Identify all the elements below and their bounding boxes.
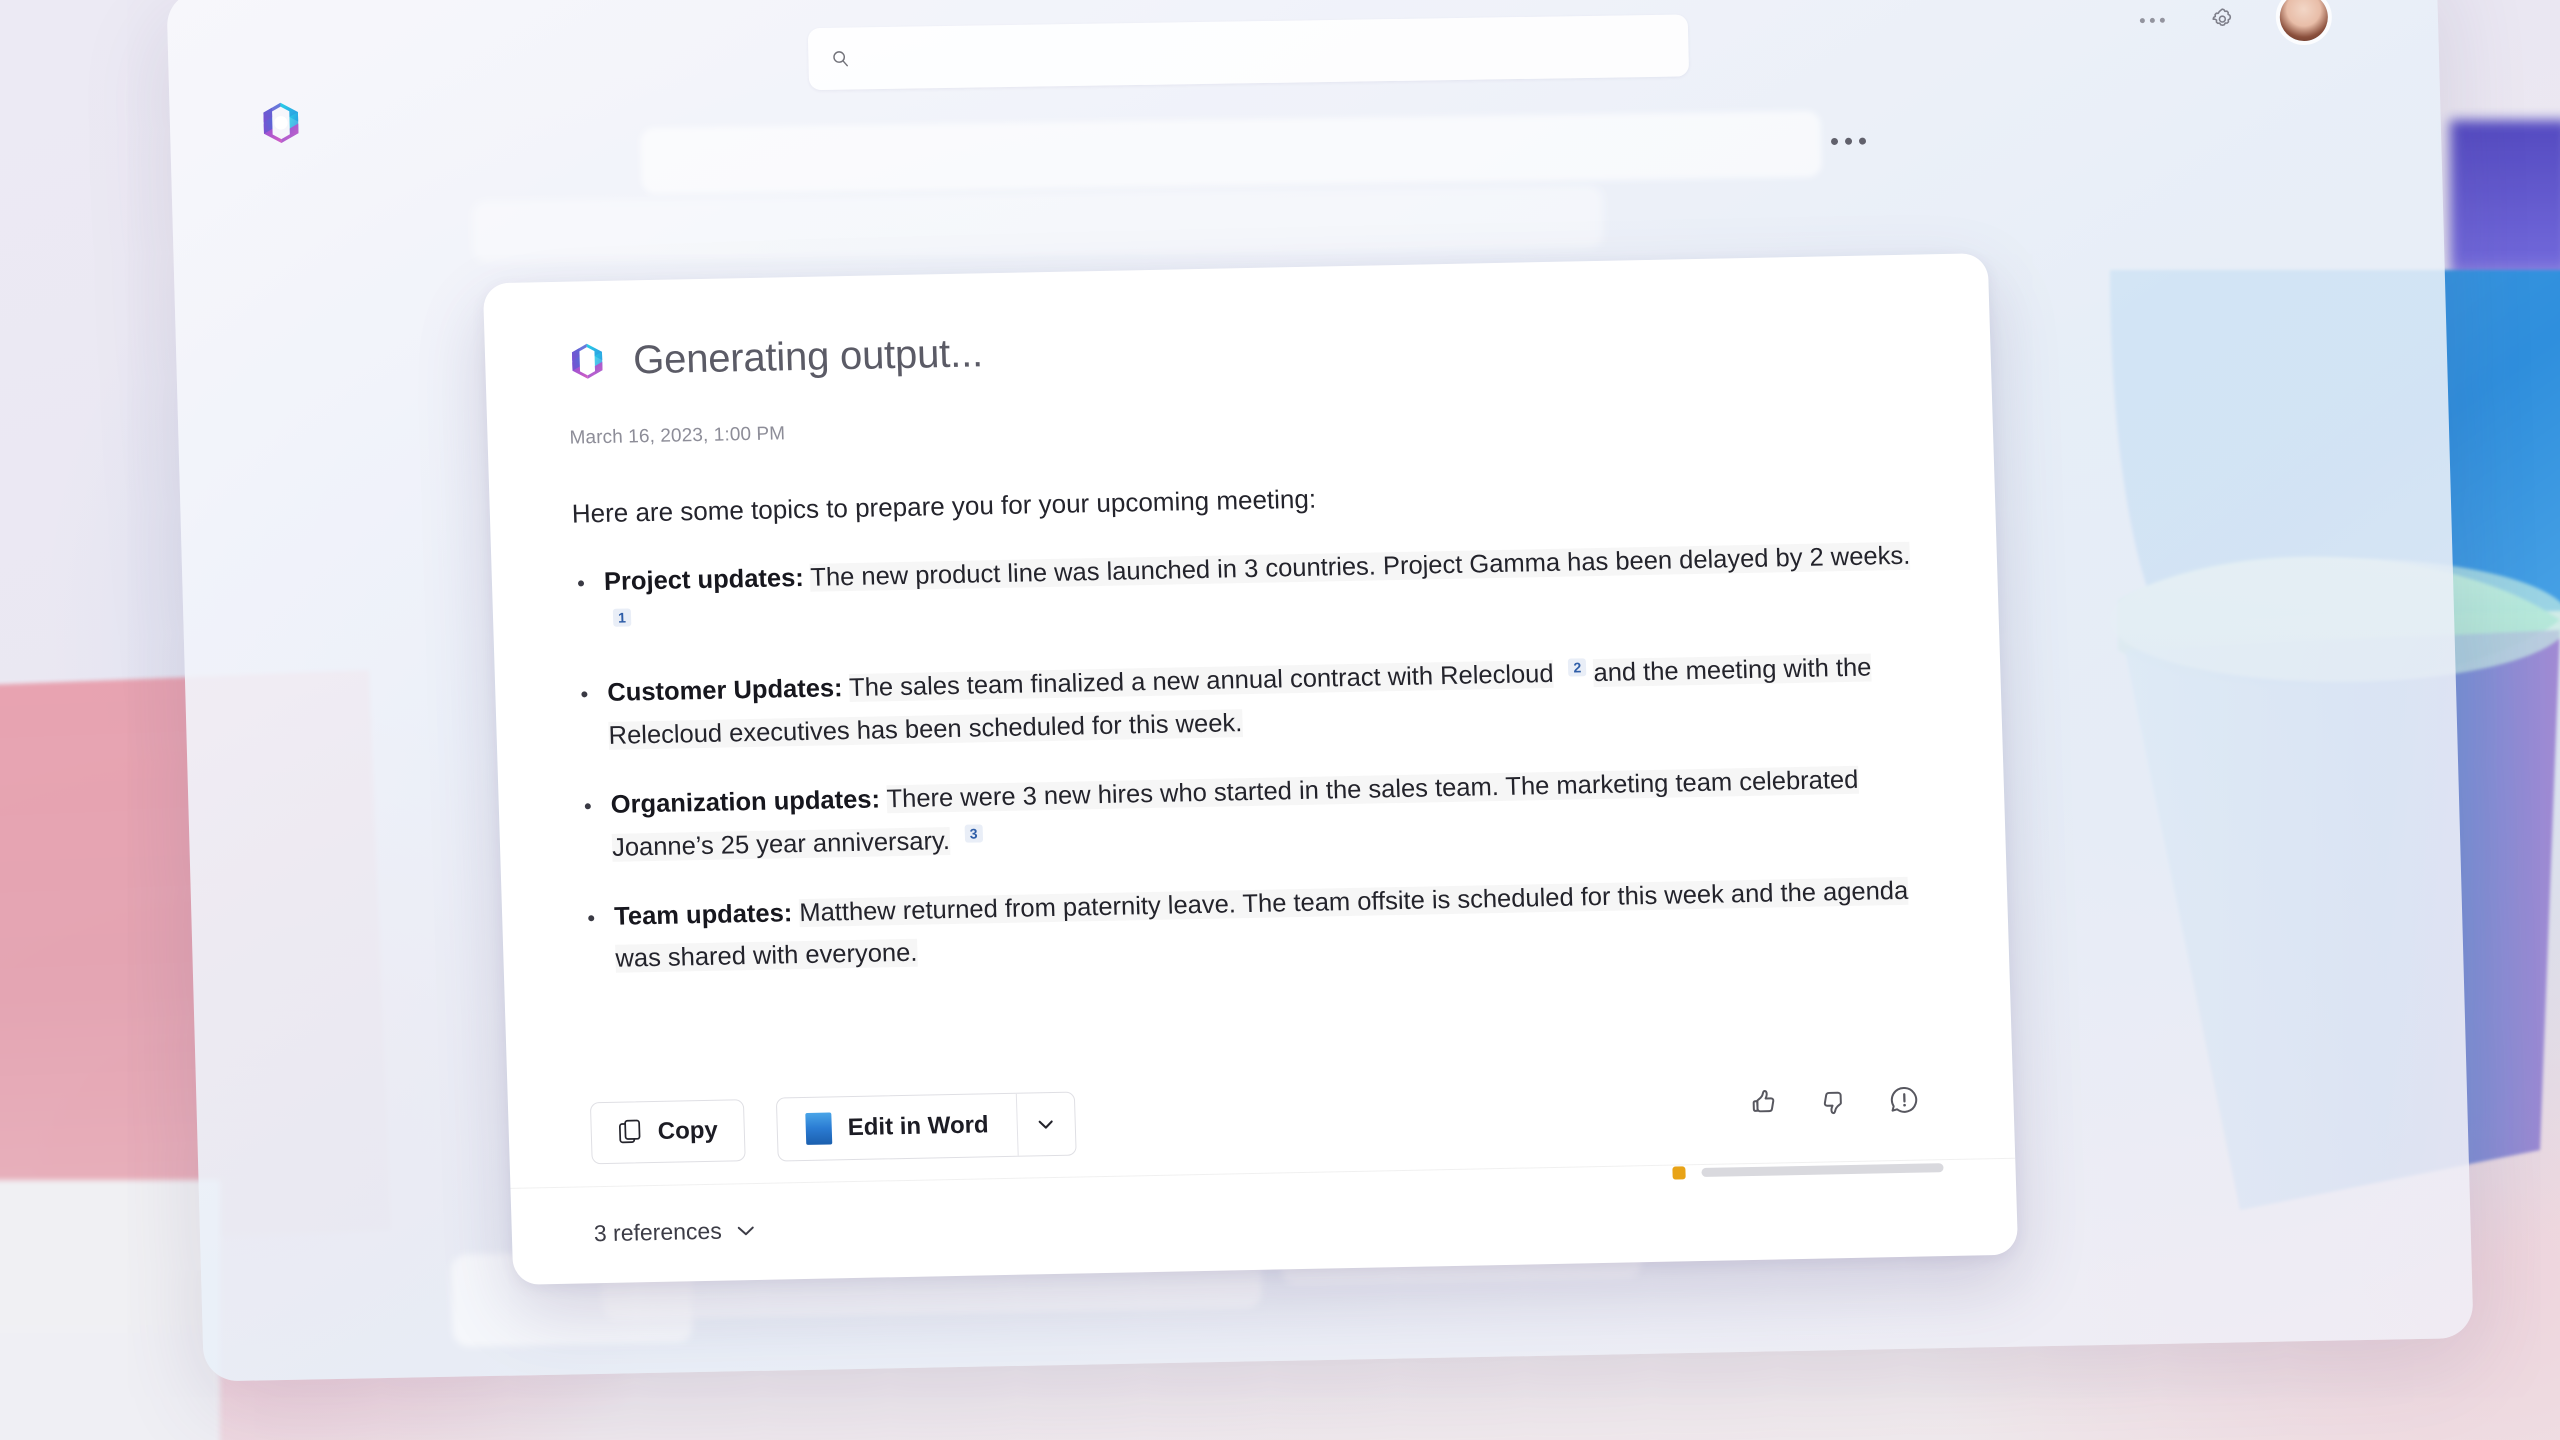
reference-marker[interactable]: 2 — [1568, 658, 1587, 677]
window-topbar-actions — [2139, 0, 2329, 44]
bullet-label: Project updates: — [603, 563, 805, 596]
thumbs-up-icon[interactable] — [1747, 1085, 1782, 1120]
reference-marker[interactable]: 1 — [612, 608, 632, 627]
edit-in-word-split-button: Edit in Word — [775, 1091, 1077, 1162]
edit-in-word-dropdown-button[interactable] — [1015, 1092, 1076, 1156]
bullet-label: Customer Updates: — [606, 674, 843, 708]
search-bar[interactable] — [807, 14, 1690, 91]
list-item: Project updates: The new product line wa… — [573, 534, 1916, 647]
copy-button[interactable]: Copy — [589, 1099, 746, 1165]
intro-text: Here are some topics to prepare you for … — [571, 483, 1317, 529]
list-item: Customer Updates: The sales team finaliz… — [577, 646, 1920, 759]
bullet-text: The new product line was launched in 3 c… — [809, 541, 1911, 592]
reference-marker[interactable]: 3 — [964, 824, 983, 844]
ellipsis-icon[interactable] — [2139, 17, 2165, 23]
feedback-controls — [1747, 1083, 1922, 1120]
report-feedback-icon[interactable] — [1887, 1083, 1922, 1118]
bullet-label: Team updates: — [613, 898, 793, 931]
references-toggle[interactable]: 3 references — [593, 1217, 756, 1247]
chevron-down-icon — [737, 1226, 754, 1236]
word-app-icon — [805, 1112, 833, 1145]
edit-in-word-button[interactable]: Edit in Word — [777, 1094, 1018, 1161]
search-icon — [833, 51, 848, 67]
updates-list: Project updates: The new product line wa… — [573, 534, 1927, 981]
action-buttons: Copy Edit in Word — [589, 1091, 1077, 1166]
search-input[interactable] — [850, 35, 1689, 69]
placeholder-bar — [640, 110, 1822, 195]
references-label: 3 references — [593, 1217, 723, 1247]
gear-icon[interactable] — [2208, 5, 2236, 33]
generated-output-card: Generating output... March 16, 2023, 1:0… — [482, 253, 2019, 1285]
ellipsis-icon[interactable] — [1830, 137, 1867, 146]
list-item: Organization updates: There were 3 new h… — [580, 758, 1923, 871]
placeholder-bar — [472, 185, 1604, 264]
chevron-down-icon — [1038, 1120, 1054, 1129]
progress-indicator-dot — [1672, 1166, 1686, 1180]
bullet-text: Matthew returned from paternity leave. T… — [615, 876, 1909, 974]
card-header: Generating output... — [567, 315, 1909, 382]
timestamp: March 16, 2023, 1:00 PM — [569, 423, 786, 449]
background-light-slab — [0, 1180, 220, 1440]
bullet-label: Organization updates: — [610, 785, 881, 819]
thumbs-down-icon[interactable] — [1817, 1084, 1852, 1119]
list-item: Team updates: Matthew returned from pate… — [584, 869, 1927, 982]
copy-button-label: Copy — [657, 1116, 719, 1145]
bullet-text: The sales team finalized a new annual co… — [848, 660, 1554, 703]
copilot-logo — [571, 343, 603, 379]
edit-in-word-label: Edit in Word — [847, 1111, 990, 1142]
progress-track — [1701, 1163, 1944, 1178]
page-title: Generating output... — [632, 331, 984, 383]
copy-icon — [618, 1119, 641, 1144]
user-avatar[interactable] — [2279, 0, 2329, 42]
copilot-logo — [263, 102, 299, 143]
screen: Generating output... March 16, 2023, 1:0… — [0, 0, 2560, 1440]
